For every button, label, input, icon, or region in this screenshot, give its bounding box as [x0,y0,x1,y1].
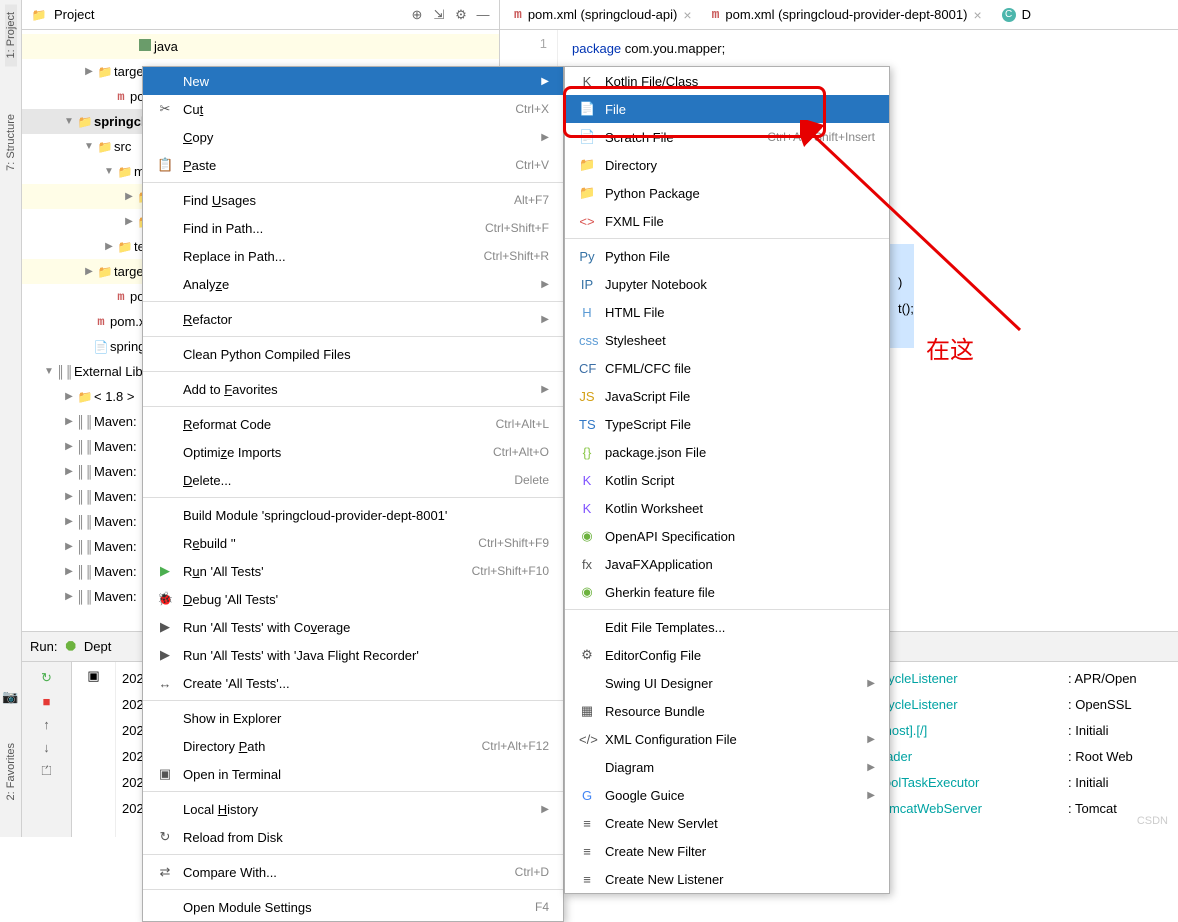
tree-java-folder[interactable]: java [154,39,499,54]
hide-icon[interactable]: — [475,7,491,22]
chevron-down-icon[interactable]: ▼ [62,116,76,127]
run-config-name[interactable]: Dept [84,639,111,654]
project-header-title: Project [54,7,403,22]
watermark: CSDN [1137,815,1168,827]
menu-item[interactable]: Analyze▶ [143,270,563,298]
menu-item[interactable]: TSTypeScript File [565,410,889,438]
menu-item[interactable]: ✂CutCtrl+X [143,95,563,123]
menu-item[interactable]: ⚙EditorConfig File [565,641,889,669]
menu-item[interactable]: PyPython File [565,242,889,270]
menu-item[interactable]: KKotlin Script [565,466,889,494]
menu-item[interactable]: Find in Path...Ctrl+Shift+F [143,214,563,242]
menu-item[interactable]: Show in Explorer [143,704,563,732]
project-folder-icon: 📁 [30,8,48,22]
menu-item[interactable]: 📄File [565,95,889,123]
menu-item[interactable]: Rebuild ''Ctrl+Shift+F9 [143,529,563,557]
menu-item[interactable]: </>XML Configuration File▶ [565,725,889,753]
menu-item[interactable]: KKotlin File/Class [565,67,889,95]
expand-icon[interactable]: ⇲ [431,7,447,23]
menu-item[interactable]: IPJupyter Notebook [565,270,889,298]
menu-item[interactable]: Local History▶ [143,795,563,823]
stop-icon[interactable]: ■ [43,694,51,709]
menu-item[interactable]: 📋PasteCtrl+V [143,151,563,179]
menu-item[interactable]: Build Module 'springcloud-provider-dept-… [143,501,563,529]
menu-item[interactable]: Reformat CodeCtrl+Alt+L [143,410,563,438]
locate-icon[interactable]: ⊕ [409,7,425,23]
menu-item[interactable]: Edit File Templates... [565,613,889,641]
menu-item[interactable]: {}package.json File [565,438,889,466]
filter-icon[interactable]: ⏍ [42,763,52,779]
menu-item[interactable]: Open Module SettingsF4 [143,893,563,921]
menu-item[interactable]: ▣Open in Terminal [143,760,563,788]
close-icon[interactable]: × [973,7,981,23]
menu-item[interactable]: Copy▶ [143,123,563,151]
menu-item[interactable]: HHTML File [565,298,889,326]
menu-item[interactable]: ▶Run 'All Tests' with Coverage [143,613,563,641]
menu-item[interactable]: Optimize ImportsCtrl+Alt+O [143,438,563,466]
menu-item[interactable]: ≡Create New Listener [565,865,889,893]
menu-item[interactable]: ◉Gherkin feature file [565,578,889,606]
close-icon[interactable]: × [683,7,691,23]
menu-item[interactable]: 📄Scratch FileCtrl+Alt+Shift+Insert [565,123,889,151]
menu-item[interactable]: 📁Python Package [565,179,889,207]
run-label: Run: [30,639,57,654]
menu-item[interactable]: ▶Run 'All Tests' with 'Java Flight Recor… [143,641,563,669]
context-menu-main[interactable]: New▶✂CutCtrl+XCopy▶📋PasteCtrl+V Find Usag… [142,66,564,922]
menu-item[interactable]: KKotlin Worksheet [565,494,889,522]
menu-item[interactable]: ▶Run 'All Tests'Ctrl+Shift+F10 [143,557,563,585]
spring-icon: ⯃ [65,639,75,655]
menu-item[interactable]: Add to Favorites▶ [143,375,563,403]
menu-item[interactable]: ▦Resource Bundle [565,697,889,725]
menu-item[interactable]: New▶ [143,67,563,95]
menu-item[interactable]: Find UsagesAlt+F7 [143,186,563,214]
menu-item[interactable]: Swing UI Designer▶ [565,669,889,697]
menu-item[interactable]: cssStylesheet [565,326,889,354]
arrow-up-icon[interactable]: ↑ [43,717,50,732]
menu-item[interactable]: CFCFML/CFC file [565,354,889,382]
editor-tab-3[interactable]: CD [994,3,1039,26]
camera-icon[interactable]: 📷 [2,689,18,705]
context-menu-new[interactable]: KKotlin File/Class📄File📄Scratch FileCtrl… [564,66,890,894]
menu-item[interactable]: Replace in Path...Ctrl+Shift+R [143,242,563,270]
annotation-text: 在这 [926,330,974,365]
menu-item[interactable]: ≡Create New Filter [565,837,889,865]
menu-item[interactable]: Refactor▶ [143,305,563,333]
structure-tool-tab[interactable]: 7: Structure [5,106,17,179]
menu-item[interactable]: fxJavaFXApplication [565,550,889,578]
editor-tab-1[interactable]: mpom.xml (springcloud-api)× [506,3,700,27]
menu-item[interactable]: Delete...Delete [143,466,563,494]
chevron-right-icon[interactable]: ▶ [82,66,96,77]
menu-item[interactable]: ⇄Compare With...Ctrl+D [143,858,563,886]
menu-item[interactable]: JSJavaScript File [565,382,889,410]
menu-item[interactable]: 📁Directory [565,151,889,179]
editor-tab-2[interactable]: mpom.xml (springcloud-provider-dept-8001… [704,3,990,27]
run-gutter: ↻ ■ ↑ ↓ ⏍ [22,662,72,837]
rerun-icon[interactable]: ↻ [41,670,52,686]
menu-item[interactable]: <>FXML File [565,207,889,235]
settings-icon[interactable]: ⚙ [453,7,469,23]
arrow-down-icon[interactable]: ↓ [43,740,50,755]
console-tab[interactable]: ▣ [72,668,115,684]
favorites-tool-tab[interactable]: 2: Favorites [5,735,17,808]
menu-item[interactable]: Clean Python Compiled Files [143,340,563,368]
menu-item[interactable]: ◉OpenAPI Specification [565,522,889,550]
project-tool-tab[interactable]: 1: Project [5,4,17,66]
menu-item[interactable]: ↔Create 'All Tests'... [143,669,563,697]
menu-item[interactable]: ↻Reload from Disk [143,823,563,851]
menu-item[interactable]: Directory PathCtrl+Alt+F12 [143,732,563,760]
menu-item[interactable]: 🐞Debug 'All Tests' [143,585,563,613]
menu-item[interactable]: Diagram▶ [565,753,889,781]
menu-item[interactable]: ≡Create New Servlet [565,809,889,837]
menu-item[interactable]: GGoogle Guice▶ [565,781,889,809]
favorites-rail: 📷 2: Favorites [0,661,22,837]
